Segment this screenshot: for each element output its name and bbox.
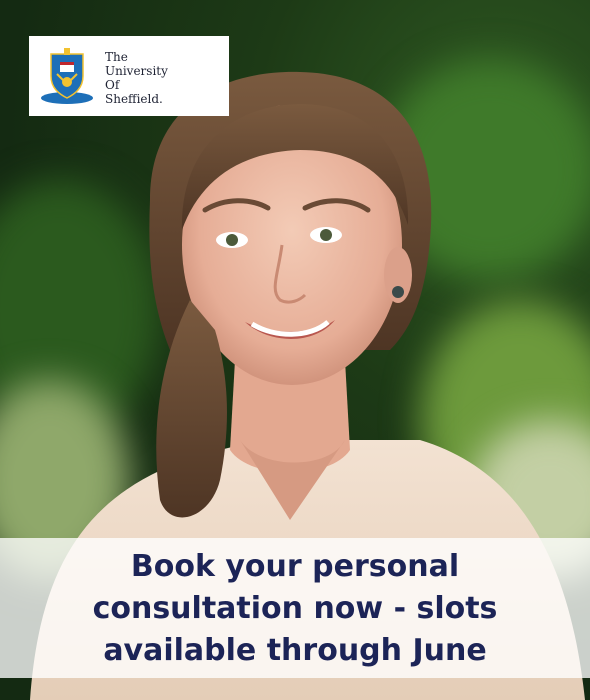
university-name-line: Sheffield.	[105, 92, 163, 106]
university-logo[interactable]: The University Of Sheffield.	[29, 36, 229, 116]
university-crest-icon	[41, 48, 93, 104]
university-name: The University Of Sheffield.	[105, 50, 225, 106]
headline-line: available through June	[103, 633, 487, 668]
university-name-line: University	[105, 64, 168, 78]
promo-poster: The University Of Sheffield. Book your p…	[0, 0, 590, 700]
earring	[392, 286, 404, 298]
headline-line: consultation now - slots	[92, 591, 498, 626]
headline: Book your personal consultation now - sl…	[20, 546, 570, 672]
university-name-line: Of	[105, 78, 120, 92]
university-name-line: The	[105, 50, 128, 64]
headline-line: Book your personal	[130, 549, 460, 584]
